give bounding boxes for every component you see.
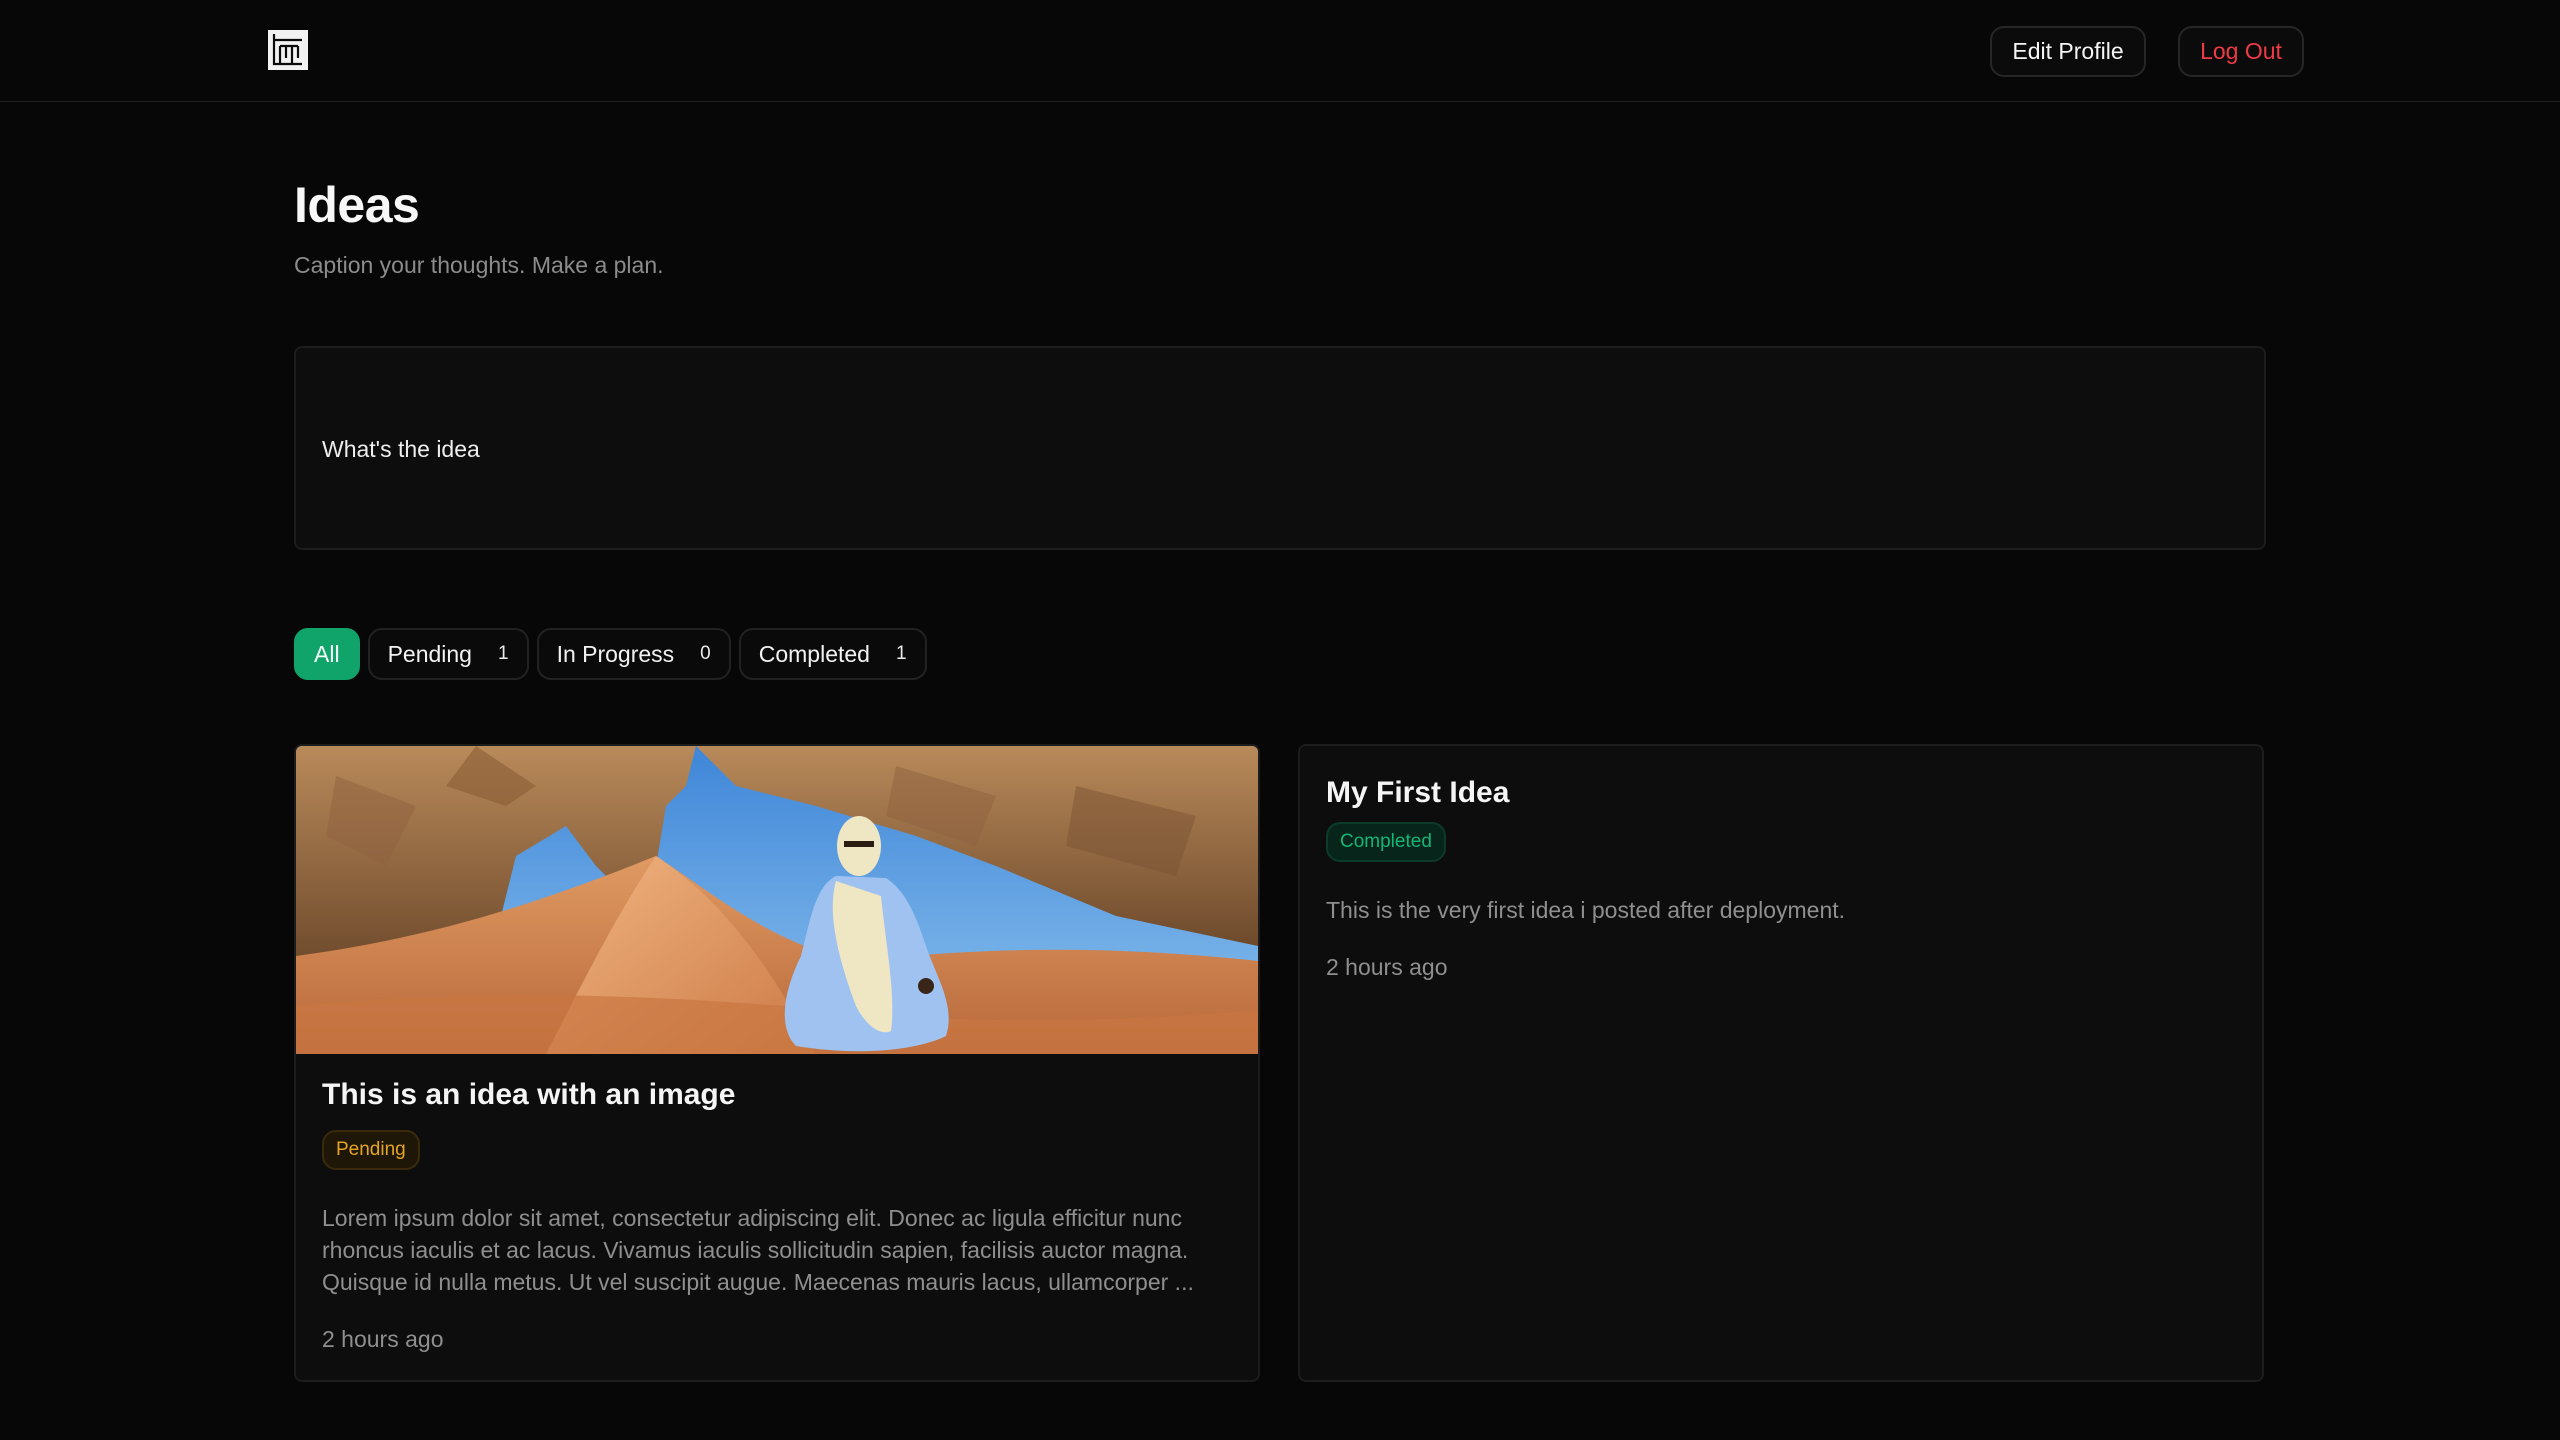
filter-in-progress-label: In Progress bbox=[556, 640, 675, 667]
app-logo-icon[interactable] bbox=[268, 30, 308, 70]
filter-completed-label: Completed bbox=[758, 640, 870, 667]
status-badge: Completed bbox=[1326, 822, 1446, 862]
idea-description: Lorem ipsum dolor sit amet, consectetur … bbox=[322, 1205, 1194, 1295]
idea-description: This is the very first idea i posted aft… bbox=[1326, 897, 1846, 923]
filter-pending-count: 1 bbox=[497, 643, 509, 664]
idea-title: My First Idea bbox=[1326, 776, 1510, 809]
status-filter-tabs: All Pending 1 In Progress 0 Completed 1 bbox=[294, 628, 927, 680]
page-title: Ideas bbox=[294, 177, 420, 233]
idea-composer[interactable] bbox=[294, 346, 2266, 550]
idea-timestamp: 2 hours ago bbox=[1326, 954, 1448, 980]
filter-pending[interactable]: Pending 1 bbox=[367, 628, 529, 680]
filter-pending-label: Pending bbox=[387, 640, 472, 667]
idea-image bbox=[296, 746, 1258, 1054]
filter-completed-count: 1 bbox=[895, 643, 907, 664]
top-navigation-bar: Edit Profile Log Out bbox=[0, 0, 2560, 102]
filter-all[interactable]: All bbox=[294, 628, 360, 680]
idea-card[interactable]: My First Idea Completed This is the very… bbox=[1298, 744, 2264, 1382]
filter-all-label: All bbox=[314, 640, 340, 667]
filter-completed[interactable]: Completed 1 bbox=[738, 628, 927, 680]
status-badge: Pending bbox=[322, 1130, 420, 1170]
edit-profile-button[interactable]: Edit Profile bbox=[1990, 26, 2146, 77]
filter-in-progress-count: 0 bbox=[700, 643, 711, 664]
page-subtitle: Caption your thoughts. Make a plan. bbox=[294, 252, 664, 278]
idea-card[interactable]: This is an idea with an image Pending Lo… bbox=[294, 744, 1260, 1382]
log-out-button[interactable]: Log Out bbox=[2178, 26, 2304, 77]
idea-input[interactable] bbox=[322, 432, 2222, 466]
filter-in-progress[interactable]: In Progress 0 bbox=[536, 628, 731, 680]
idea-title: This is an idea with an image bbox=[322, 1078, 736, 1111]
idea-timestamp: 2 hours ago bbox=[322, 1326, 444, 1352]
